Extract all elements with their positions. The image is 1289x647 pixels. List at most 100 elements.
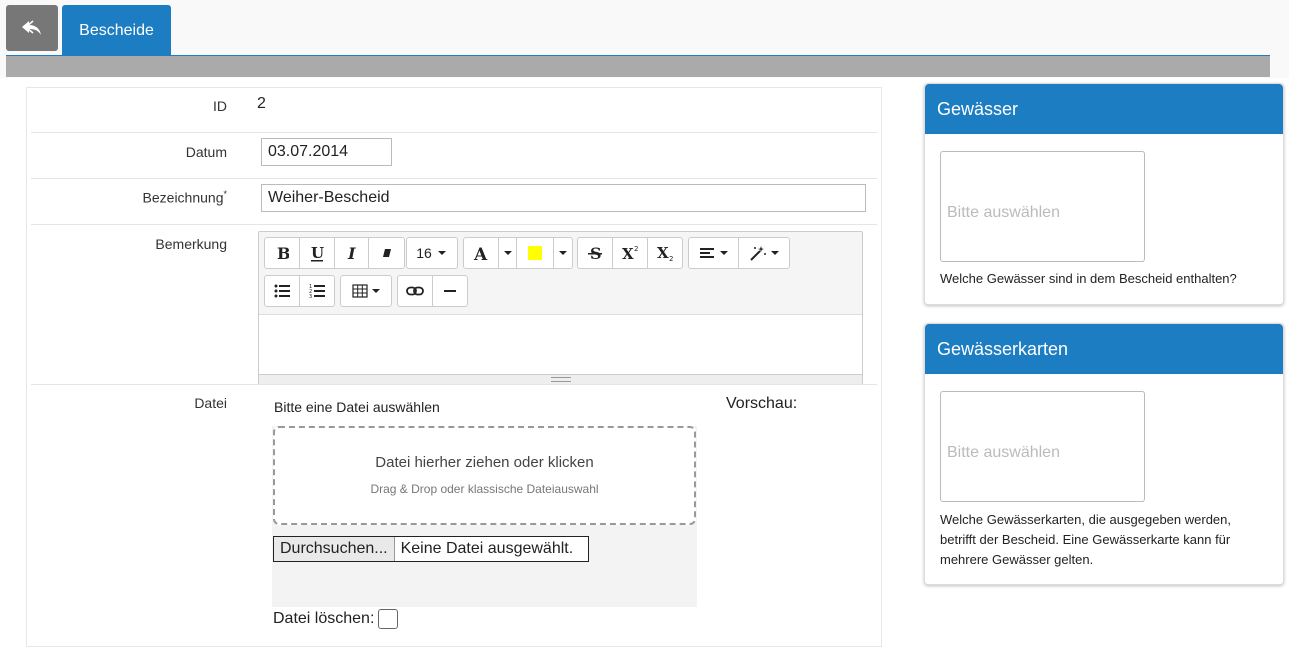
svg-text:X: X [657,245,669,261]
magic-wand-icon [749,246,766,261]
id-label: ID [213,98,227,114]
file-hint: Bitte eine Datei auswählen [274,399,440,415]
file-dropzone[interactable]: Datei hierher ziehen oder klicken Drag &… [273,426,696,525]
svg-text:I: I [347,245,356,261]
table-icon [351,284,368,298]
gewaesserkarten-card-title: Gewässerkarten [925,324,1283,374]
chevron-down-icon [719,251,728,255]
browse-button[interactable]: Durchsuchen... [274,537,395,561]
gewaesserkarten-select-placeholder: Bitte auswählen [947,444,1060,461]
datum-label: Datum [185,144,227,160]
gewaesser-card-title: Gewässer [925,84,1283,134]
style-magic-dropdown[interactable] [739,238,789,268]
font-size-dropdown[interactable]: 16 [407,238,457,268]
editor-resize-handle[interactable] [259,374,862,384]
bezeichnung-label: Bezeichnung* [143,189,227,206]
toolbar-group-table [340,275,392,307]
italic-button[interactable]: I [335,238,369,268]
link-icon [406,286,424,296]
datum-input[interactable]: 03.07.2014 [261,138,392,166]
datei-label: Datei [194,395,227,411]
chevron-down-icon [770,251,779,255]
link-button[interactable] [398,276,433,306]
svg-text:A: A [473,245,488,261]
file-upload-area: Bitte eine Datei auswählen Datei hierher… [272,392,697,607]
section-band [6,56,1270,77]
underline-button[interactable]: U [300,238,335,268]
highlight-dropdown[interactable] [554,238,572,268]
superscript-icon: X2 [622,245,638,261]
bemerkung-label: Bemerkung [155,236,227,252]
required-marker: * [223,189,227,199]
bold-button[interactable]: B [265,238,300,268]
svg-text:2: 2 [634,245,638,253]
bullet-list-button[interactable] [265,276,300,306]
chevron-down-icon [503,251,512,255]
underline-icon: U [311,245,324,262]
rich-text-editor: B U I 16 A X 2 X 2 1 2 3 [258,231,863,385]
row-divider [31,224,877,225]
bold-icon: B [277,245,289,261]
numbered-list-icon: 123 [309,284,325,298]
back-button[interactable] [6,5,58,51]
horizontal-rule-button[interactable] [433,276,467,306]
row-divider [31,178,877,179]
no-file-label: Keine Datei ausgewählt. [400,540,574,557]
chevron-down-icon [437,251,446,255]
back-arrow-icon [22,20,41,35]
grip-icon [551,377,571,382]
bezeichnung-input[interactable]: Weiher-Bescheid [261,184,866,212]
svg-text:U: U [311,245,324,262]
tab-bescheide[interactable]: Bescheide [62,5,171,56]
gewaesser-help-text: Welche Gewässer sind in dem Bescheid ent… [940,271,1237,286]
subscript-button[interactable]: X2 [648,238,682,268]
toolbar-group-style: B U I [264,237,405,269]
horizontal-rule-icon [444,290,456,292]
chevron-down-icon [559,251,567,255]
svg-text:3: 3 [309,294,312,298]
table-dropdown[interactable] [341,276,391,306]
strikethrough-icon: S [588,245,602,261]
gewaesser-select[interactable]: Bitte auswählen [940,151,1145,262]
editor-content-area[interactable] [259,314,862,374]
font-color-icon: A [473,245,488,261]
row-divider [31,132,877,133]
gewaesser-card: Gewässer Bitte auswählen Welche Gewässer… [924,83,1284,305]
id-value: 2 [257,95,266,112]
subscript-icon: X2 [657,245,673,261]
svg-text:B: B [277,245,289,261]
gewaesserkarten-help-text: Welche Gewässerkarten, die ausgegeben we… [940,512,1231,567]
toolbar-group-para [688,237,790,269]
delete-file-label: Datei löschen: [273,610,375,627]
preview-label: Vorschau: [726,395,798,412]
font-color-dropdown[interactable] [499,238,517,268]
gewaesserkarten-select[interactable]: Bitte auswählen [940,391,1145,502]
eraser-icon [382,249,391,257]
superscript-button[interactable]: X2 [613,238,648,268]
gewaesser-select-placeholder: Bitte auswählen [947,204,1060,221]
strikethrough-button[interactable]: S [578,238,613,268]
delete-file-checkbox[interactable] [378,609,399,629]
dropzone-title: Datei hierher ziehen oder klicken [375,454,594,471]
delete-file-row: Datei löschen: [273,609,399,629]
toolbar-group-size: 16 [406,237,458,269]
numbered-list-button[interactable]: 123 [300,276,334,306]
chevron-down-icon [371,289,380,293]
italic-icon: I [347,245,356,261]
font-color-button[interactable]: A [464,238,499,268]
toolbar-group-color: A [463,237,573,269]
bullet-list-icon [274,284,290,298]
highlight-button[interactable] [517,238,554,268]
svg-text:2: 2 [669,255,673,261]
paragraph-align-dropdown[interactable] [689,238,739,268]
row-divider [31,384,877,385]
bezeichnung-label-text: Bezeichnung [142,189,224,206]
svg-text:X: X [622,245,634,261]
gewaesserkarten-card: Gewässerkarten Bitte auswählen Welche Ge… [924,323,1284,585]
dropzone-subtitle: Drag & Drop oder klassische Dateiauswahl [370,482,599,496]
toolbar-group-insert [397,275,468,307]
file-input[interactable]: Durchsuchen... Keine Datei ausgewählt. [273,536,589,562]
highlight-color-icon [528,246,542,260]
toolbar-group-script: S X2 X2 [577,237,683,269]
clear-format-button[interactable] [369,238,404,268]
